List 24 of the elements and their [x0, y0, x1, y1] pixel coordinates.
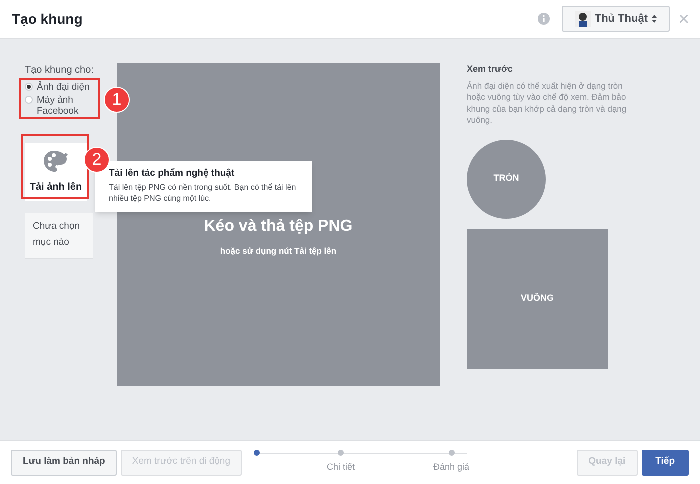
preview-description: Ảnh đại diện có thể xuất hiện ở dạng tròn hoặc vuông tùy vào chế độ xem. Đảm bảo khung của bạn khớp cả dạng tròn và dạng vuông. [467, 80, 627, 126]
sort-caret-icon [652, 15, 657, 23]
step-label: Đánh giá [433, 460, 470, 474]
highlight-frame [21, 134, 89, 199]
window-title: Tạo khung [12, 10, 83, 29]
upload-button[interactable]: Tải ảnh lên [25, 143, 87, 201]
radio-option[interactable]: Ảnh đại diện [25, 82, 95, 93]
step-label: Chi tiết [326, 460, 355, 474]
account-selector[interactable]: Thủ Thuật [562, 6, 670, 32]
square-preview: VUÔNG [467, 228, 608, 368]
info-icon[interactable] [538, 13, 550, 25]
section-label: Tạo khung cho: [25, 64, 95, 78]
drop-subtitle: hoặc sử dụng nút Tải tệp lên [220, 245, 337, 258]
circle-preview: TRÒN [467, 140, 546, 218]
preview-title: Xem trước [467, 63, 514, 76]
avatar-icon [574, 11, 591, 27]
empty-selection-text: Chưa chọn mục nào [33, 220, 82, 250]
save-draft-button[interactable]: Lưu làm bản nháp [11, 450, 118, 476]
close-icon[interactable] [680, 15, 688, 23]
radio-option[interactable]: Máy ảnh Facebook [25, 95, 95, 117]
next-button[interactable]: Tiếp [642, 450, 689, 476]
step-marker: 1 [104, 87, 130, 113]
drop-title: Kéo và thả tệp PNG [204, 217, 353, 237]
palette-icon [43, 150, 69, 174]
